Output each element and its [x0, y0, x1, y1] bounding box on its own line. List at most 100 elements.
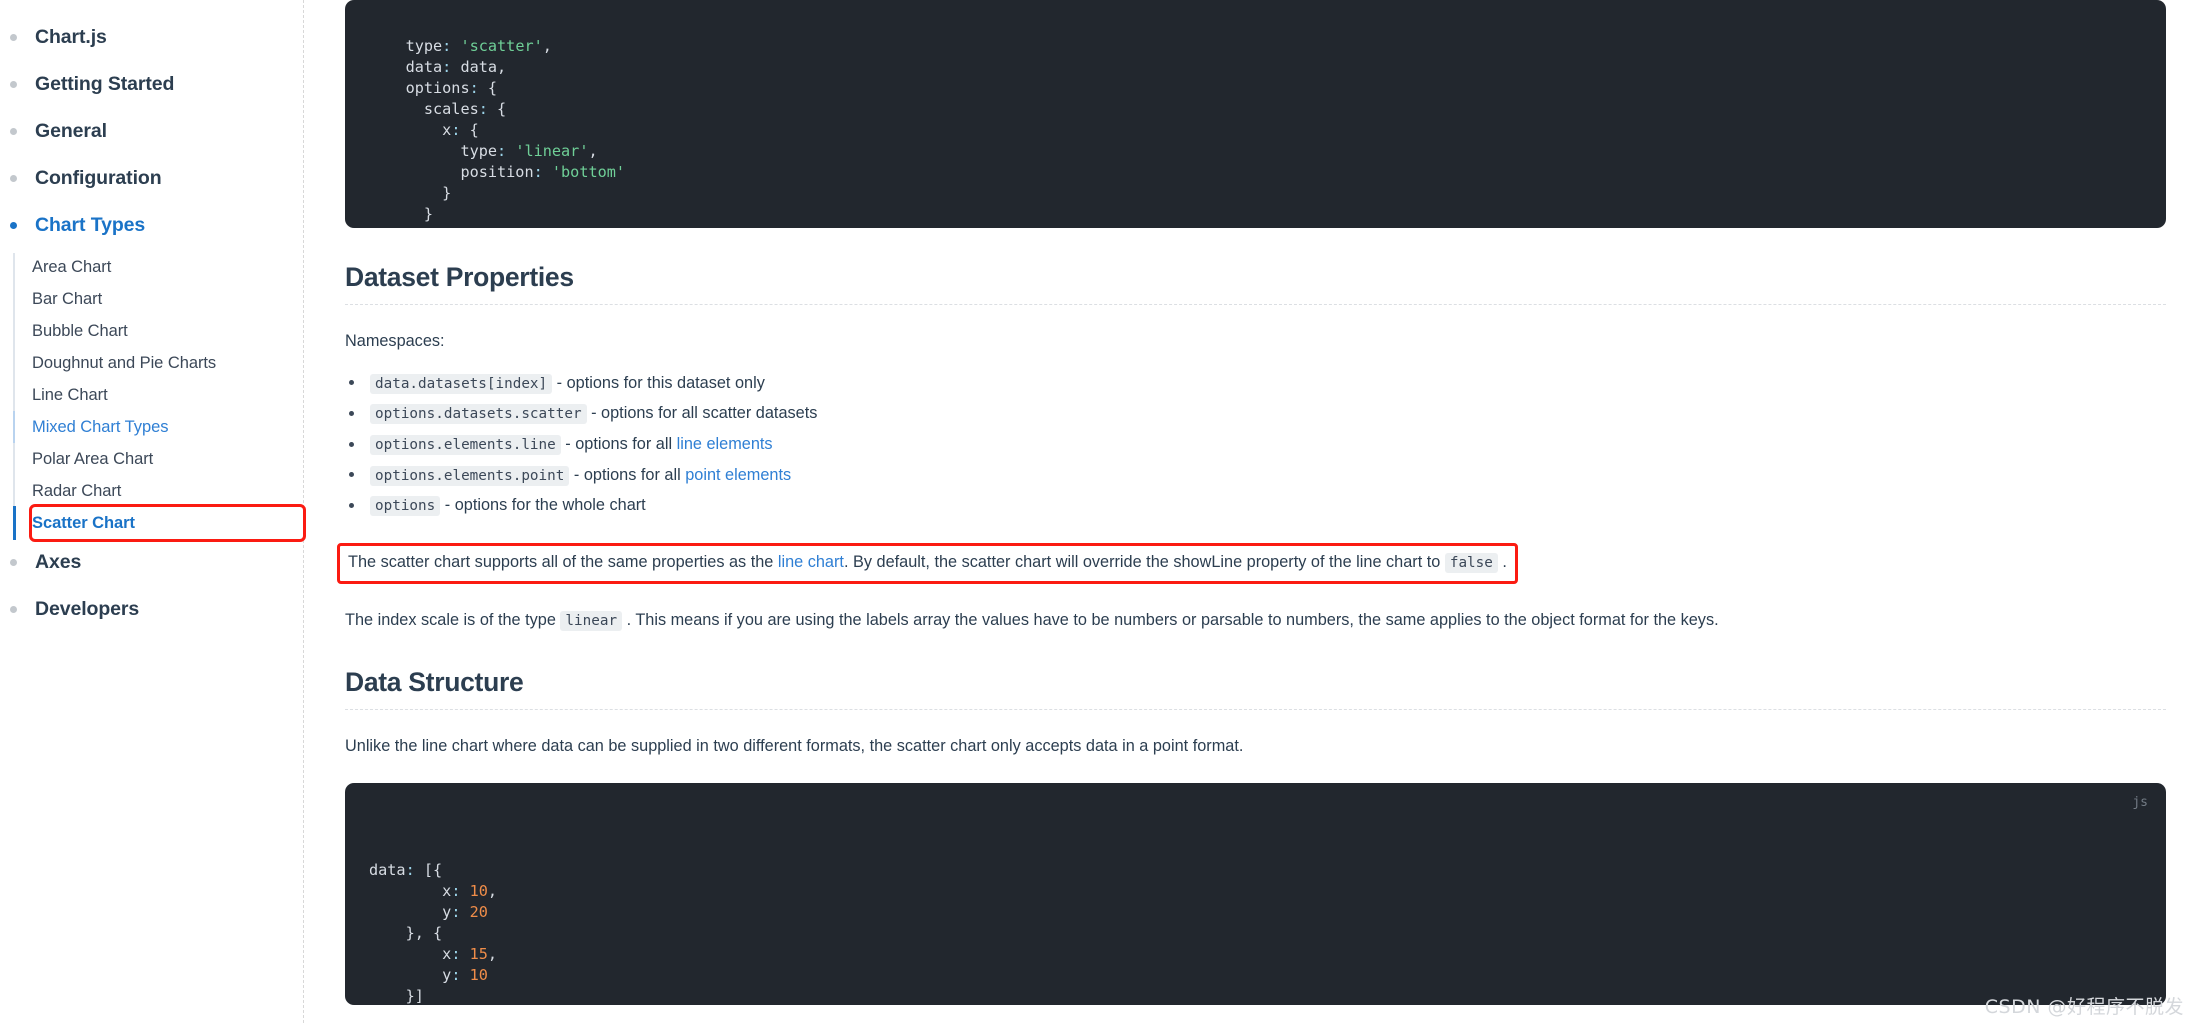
code-line: data: [{: [369, 860, 2142, 881]
code-token: data: [405, 58, 443, 76]
sidebar-subitem-doughnut-and-pie-charts[interactable]: Doughnut and Pie Charts: [32, 347, 303, 379]
code-token: data,: [460, 58, 507, 76]
namespace-description: - options for all: [569, 465, 686, 484]
code-token: 20: [469, 903, 488, 922]
code-token: options: [405, 79, 470, 97]
namespace-code: options.datasets.scatter: [370, 404, 587, 425]
sidebar-subitem-polar-area-chart[interactable]: Polar Area Chart: [32, 443, 303, 475]
sidebar-top-section: Chart.js Getting Started General Configurat…: [0, 14, 303, 249]
sidebar-item-axes[interactable]: Axes: [0, 539, 303, 586]
code-token: }, {: [405, 924, 443, 943]
code-token: ,: [542, 37, 552, 55]
sidebar-item-label: General: [35, 120, 107, 142]
code-line: x: 10,: [369, 881, 2142, 902]
sidebar-item-chart-js[interactable]: Chart.js: [0, 14, 303, 61]
sidebar-navigation: Chart.js Getting Started General Configurat…: [0, 0, 306, 1023]
code-token: type: [460, 142, 498, 160]
code-token: :: [478, 100, 498, 118]
sidebar-subitem-bubble-chart[interactable]: Bubble Chart: [32, 315, 303, 347]
code-token: y: [442, 966, 452, 985]
sidebar-item-label: Developers: [35, 598, 140, 620]
sidebar-subitem-label: Line Chart: [32, 385, 108, 404]
sidebar-subitem-bar-chart[interactable]: Bar Chart: [32, 283, 303, 315]
code-token: 'linear': [515, 142, 589, 160]
sidebar-subitem-scatter-chart[interactable]: Scatter Chart: [12, 504, 306, 542]
code-line: position: 'bottom': [369, 162, 2142, 183]
code-line: }: [369, 183, 2142, 204]
code-token: :: [451, 882, 470, 901]
sidebar-subitem-radar-chart[interactable]: Radar Chart: [32, 475, 303, 507]
code-token: {: [487, 79, 498, 97]
code-token: scales: [423, 100, 479, 118]
code-token: :: [451, 121, 470, 139]
sidebar-subitem-area-chart[interactable]: Area Chart: [32, 251, 303, 283]
sidebar-subitem-label: Area Chart: [32, 257, 112, 276]
code-language-label: js: [2132, 795, 2148, 811]
namespace-description: - options for all: [560, 435, 677, 453]
code-line: x: 15,: [369, 944, 2142, 965]
namespaces-list: data.datasets[index] - options for this …: [345, 368, 2166, 521]
code-token: :: [451, 945, 470, 964]
namespace-list-item: options - options for the whole chart: [347, 491, 2166, 522]
sidebar-item-getting-started[interactable]: Getting Started: [0, 61, 303, 108]
code-line: y: 20: [369, 902, 2142, 923]
code-token: ,: [487, 882, 498, 901]
data-structure-code-block: js data: [{ x: 10, y: 20 }, { x: 15, y: …: [345, 783, 2166, 1006]
namespace-code: data.datasets[index]: [370, 373, 553, 394]
code-lines: type: 'scatter', data: data, options: { …: [369, 36, 2142, 228]
namespace-list-item: options.datasets.scatter - options for a…: [347, 399, 2166, 430]
code-token: }]: [405, 987, 424, 1006]
false-code: false: [1444, 553, 1498, 574]
namespace-list-item: options.elements.point - options for all…: [347, 460, 2166, 491]
code-token: ,: [487, 945, 498, 964]
namespace-code: options.elements.line: [370, 435, 561, 455]
sidebar-item-configuration[interactable]: Configuration: [0, 155, 303, 202]
index-scale-note: The index scale is of the type linear . …: [345, 608, 2166, 633]
namespace-description: - options for all scatter datasets: [586, 404, 818, 423]
sidebar-bottom-section: Axes Developers: [0, 539, 303, 633]
bullet-icon: [10, 128, 17, 135]
code-line: options: {: [369, 78, 2142, 99]
namespace-code: options.elements.point: [370, 465, 570, 486]
code-token: }: [406, 226, 415, 228]
code-line: type: 'linear',: [369, 141, 2142, 162]
code-token: :: [451, 903, 470, 922]
bullet-icon: [10, 34, 17, 41]
csdn-watermark: CSDN @好程序不脱发: [1984, 996, 2184, 1018]
code-line: }, {: [369, 923, 2142, 944]
sidebar-item-chart-types[interactable]: Chart Types: [0, 202, 303, 249]
code-token: x: [442, 882, 452, 901]
sidebar-item-general[interactable]: General: [0, 108, 303, 155]
namespace-link[interactable]: line elements: [677, 435, 773, 453]
namespace-link[interactable]: point elements: [685, 466, 791, 484]
line-chart-link[interactable]: line chart: [778, 553, 844, 571]
code-token: :: [533, 163, 552, 181]
bullet-icon: [10, 222, 17, 229]
data-structure-heading: Data Structure: [345, 667, 2166, 710]
code-lines: data: [{ x: 10, y: 20 }, { x: 15, y: 10 …: [369, 860, 2142, 1005]
sidebar-subitem-line-chart[interactable]: Line Chart: [32, 379, 303, 411]
namespace-list-item: data.datasets[index] - options for this …: [347, 368, 2166, 399]
code-token: }: [423, 205, 434, 223]
namespace-list-item: options.elements.line - options for all …: [347, 430, 2166, 461]
code-line: }]: [369, 986, 2142, 1005]
data-structure-paragraph: Unlike the line chart where data can be …: [345, 736, 1244, 755]
code-token: :: [405, 861, 424, 880]
sidebar-item-developers[interactable]: Developers: [0, 586, 303, 633]
sidebar-subitem-mixed-chart-types[interactable]: Mixed Chart Types: [13, 411, 303, 443]
code-token: :: [497, 142, 516, 160]
code-line: type: 'scatter',: [369, 36, 2142, 57]
sidebar-item-label: Chart Types: [35, 214, 146, 236]
bullet-icon: [10, 175, 17, 182]
